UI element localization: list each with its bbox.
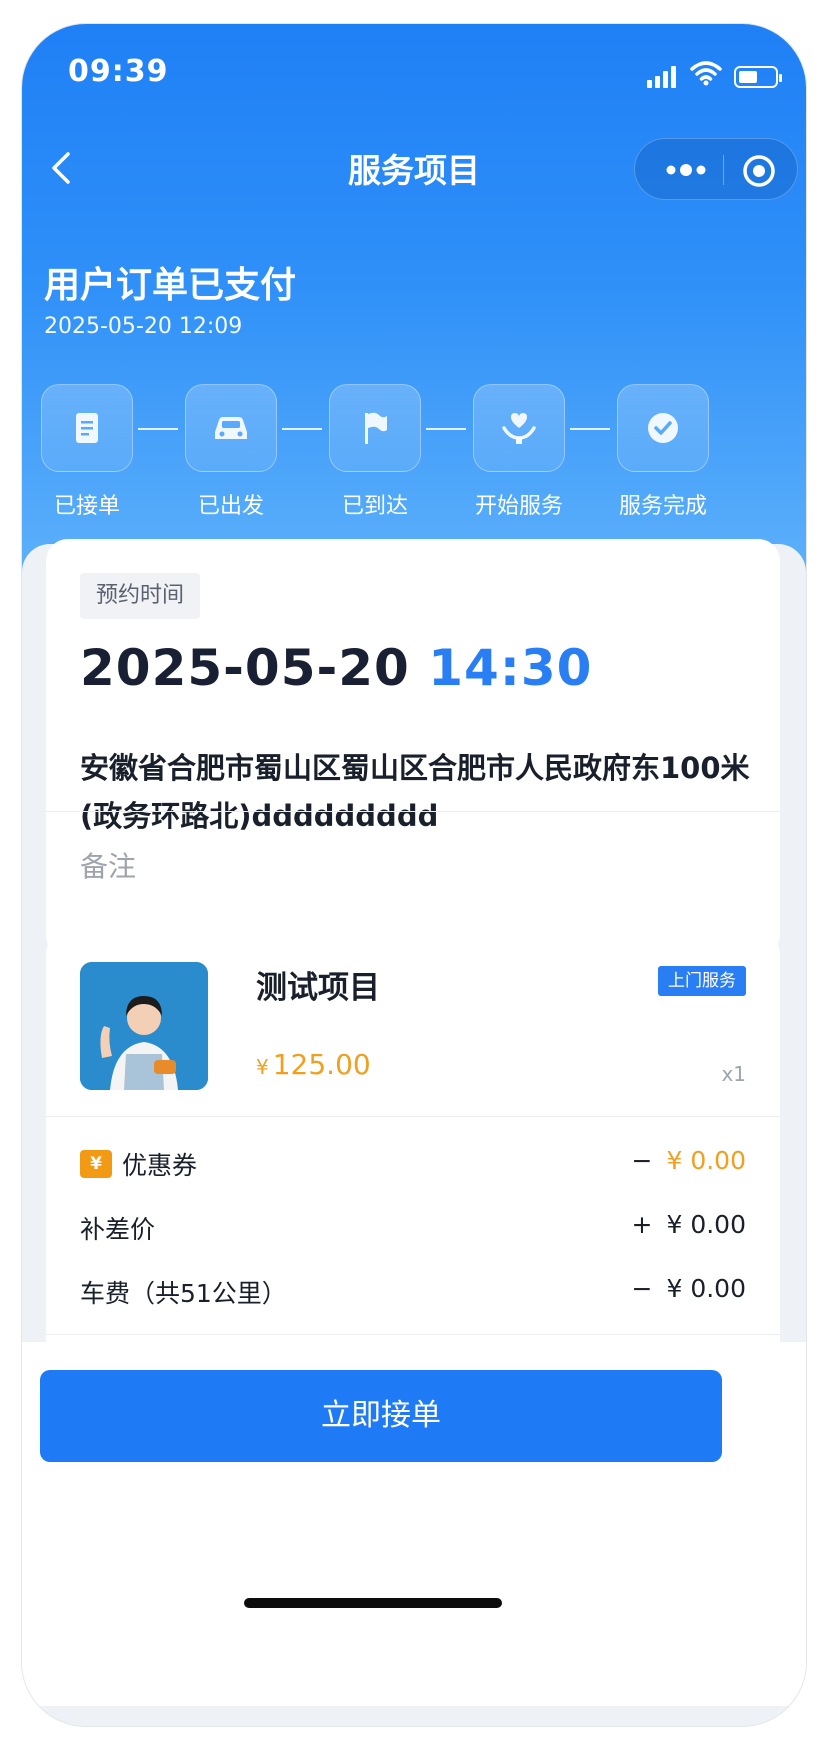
service-name: 测试项目 (256, 970, 380, 1006)
fee-amount: ¥ 0.00 (666, 1146, 746, 1175)
battery-icon (734, 66, 782, 88)
step-arrived: 已到达 (310, 384, 440, 520)
coupon-icon: ¥ (80, 1150, 112, 1178)
order-status-time: 2025-05-20 12:09 (44, 314, 243, 339)
close-target-icon[interactable] (739, 151, 779, 191)
header-background: 09:39 服务项目 用户订单已支付 2025-05-20 12:09 已接单 … (22, 24, 806, 604)
step-departed: 已出发 (166, 384, 296, 520)
remark-field[interactable]: 备注 (80, 845, 136, 885)
step-accepted: 已接单 (22, 384, 152, 520)
appointment-time: 14:30 (428, 639, 593, 697)
fee-row-coupon[interactable]: ¥ 优惠券 − ¥ 0.00 (80, 1142, 746, 1182)
step-label: 已出发 (197, 494, 264, 519)
service-quantity: x1 (721, 1062, 746, 1086)
service-address: 安徽省合肥市蜀山区蜀山区合肥市人民政府东100米(政务环路北)ddddddddd (80, 751, 750, 833)
fee-label: 优惠券 (122, 1151, 198, 1180)
accept-order-button[interactable]: 立即接单 (40, 1370, 722, 1462)
document-icon (76, 413, 98, 443)
hand-heart-icon (502, 413, 536, 444)
fee-sign: − (631, 1146, 653, 1175)
appointment-datetime: 2025-05-20 14:30 (80, 639, 592, 697)
step-service-completed: 服务完成 (598, 384, 728, 520)
fee-sign: − (631, 1274, 653, 1303)
fee-label: 车费（共51公里） (80, 1279, 287, 1308)
navigation-bar: 服务项目 (22, 134, 806, 214)
step-service-started: 开始服务 (454, 384, 584, 520)
step-label: 开始服务 (474, 494, 563, 519)
divider (46, 1334, 780, 1335)
car-icon (215, 417, 247, 439)
signal-icon (647, 66, 676, 88)
appointment-date: 2025-05-20 (80, 639, 410, 697)
capsule-divider (723, 155, 724, 185)
fee-amount: ¥ 0.00 (666, 1210, 746, 1239)
service-price: ¥125.00 (256, 1048, 371, 1081)
currency-symbol: ¥ (256, 1055, 269, 1079)
more-icon[interactable] (657, 157, 715, 183)
service-image (80, 962, 208, 1090)
fee-sign: + (631, 1210, 653, 1239)
order-status-title: 用户订单已支付 (44, 265, 297, 306)
price-value: 125.00 (272, 1048, 371, 1081)
status-bar: 09:39 (22, 54, 806, 104)
flag-icon (365, 412, 387, 444)
home-indicator (244, 1598, 502, 1608)
appointment-tag: 预约时间 (80, 573, 201, 619)
step-label: 已到达 (341, 494, 408, 519)
appointment-card: 预约时间 2025-05-20 14:30 安徽省合肥市蜀山区蜀山区合肥市人民政… (46, 539, 780, 957)
status-time: 09:39 (68, 54, 169, 89)
check-circle-icon (648, 413, 678, 443)
service-type-tag: 上门服务 (658, 966, 746, 996)
step-label: 服务完成 (618, 494, 707, 519)
wifi-icon (690, 61, 722, 86)
fee-row-difference: 补差价 + ¥ 0.00 (80, 1206, 746, 1246)
fee-amount: ¥ 0.00 (666, 1274, 746, 1303)
divider (46, 1116, 780, 1117)
mini-program-capsule (634, 138, 798, 200)
fee-label: 补差价 (80, 1215, 156, 1244)
fee-row-travel: 车费（共51公里） − ¥ 0.00 (80, 1270, 746, 1310)
divider (46, 811, 780, 812)
progress-steps: 已接单 已出发 已到达 开始服务 服务完成 (22, 384, 806, 519)
phone-screen: 09:39 服务项目 用户订单已支付 2025-05-20 12:09 已接单 … (22, 24, 806, 1726)
step-label: 已接单 (53, 494, 120, 519)
